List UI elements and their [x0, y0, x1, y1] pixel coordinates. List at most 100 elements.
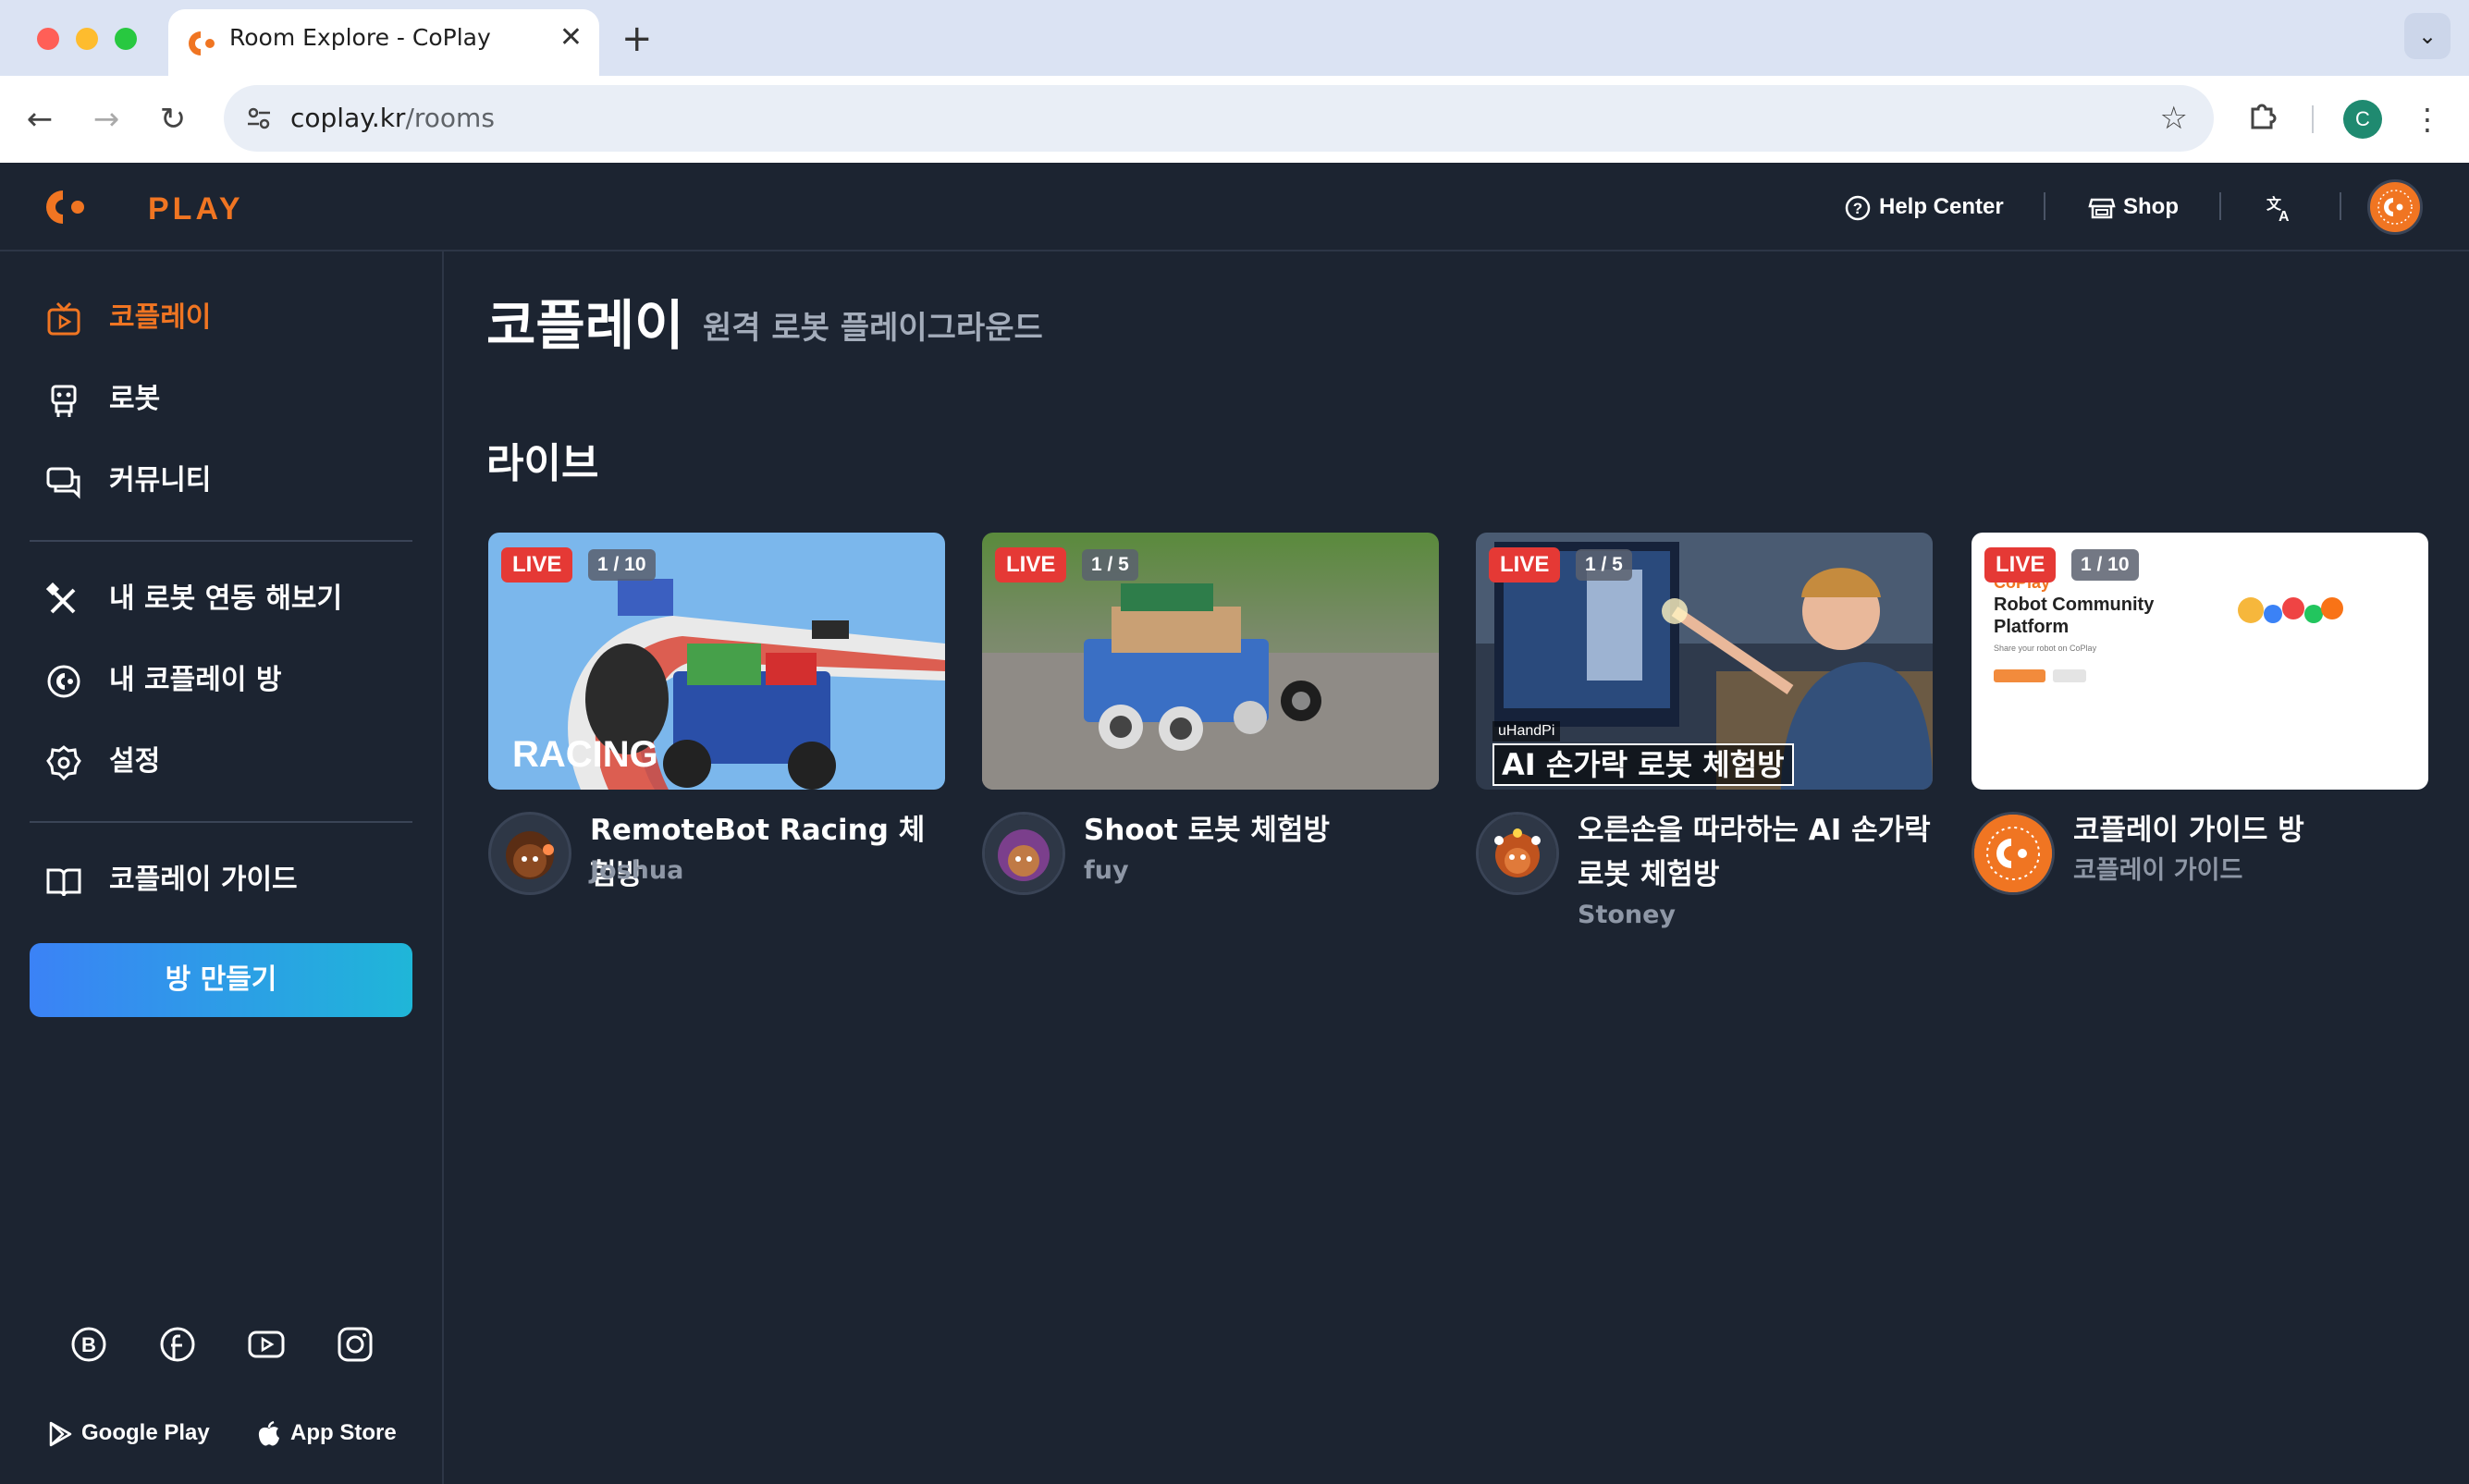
youtube-icon[interactable] — [246, 1324, 287, 1365]
room-thumbnail[interactable]: CoPlay Robot Community Platform Share yo… — [1972, 533, 2428, 790]
room-owner[interactable]: Joshua — [590, 852, 683, 889]
sidebar-divider — [30, 540, 412, 542]
viewer-count-badge: 1 / 5 — [1082, 549, 1138, 581]
site-settings-icon[interactable] — [242, 102, 276, 135]
translate-icon[interactable]: 文 A — [2264, 163, 2303, 251]
app-header: PLAY ? Help Center Shop 文 A — [0, 163, 2469, 251]
facebook-icon[interactable] — [157, 1324, 198, 1365]
close-window-button[interactable] — [37, 28, 59, 50]
thumbnail-button — [1994, 669, 2045, 682]
sidebar-divider — [30, 821, 412, 823]
url-text: coplay.kr/rooms — [290, 103, 495, 133]
live-section-title: 라이브 — [486, 440, 599, 487]
sidebar-item-label: 코플레이 — [109, 301, 212, 334]
sidebar-item-guide[interactable]: 코플레이 가이드 — [30, 851, 418, 910]
sidebar-item-my-rooms[interactable]: 내 코플레이 방 — [30, 651, 418, 710]
sidebar-item-label: 내 코플레이 방 — [109, 664, 282, 696]
bookmark-star-icon[interactable]: ☆ — [2160, 85, 2188, 152]
thumbnail-text: RACING — [512, 734, 658, 775]
live-badge: LIVE — [995, 547, 1067, 583]
browser-menu-icon[interactable]: ⋮ — [2406, 98, 2449, 141]
extensions-puzzle-icon[interactable] — [2242, 98, 2284, 141]
room-card[interactable]: uHandPi AI 손가락 로봇 체험방 LIVE 1 / 5 오른손을 따라… — [1476, 533, 1933, 958]
room-thumbnail[interactable]: uHandPi AI 손가락 로봇 체험방 LIVE 1 / 5 — [1476, 533, 1933, 790]
tab-close-icon[interactable]: ✕ — [559, 9, 583, 67]
sidebar-item-robot[interactable]: 로봇 — [30, 370, 418, 429]
svg-text:B: B — [81, 1333, 96, 1356]
help-center-link[interactable]: ? Help Center — [1844, 163, 2004, 251]
address-bar[interactable]: coplay.kr/rooms ☆ — [224, 85, 2214, 152]
room-owner[interactable]: Stoney — [1578, 897, 1676, 934]
room-thumbnail[interactable]: LIVE 1 / 5 — [982, 533, 1439, 790]
maximize-window-button[interactable] — [115, 28, 137, 50]
create-room-button[interactable]: 방 만들기 — [30, 943, 412, 1017]
sidebar-item-label: 내 로봇 연동 해보기 — [109, 583, 343, 615]
header-divider — [2340, 192, 2341, 220]
minimize-window-button[interactable] — [76, 28, 98, 50]
logo-text: PLAY — [148, 191, 244, 227]
header-divider — [2219, 192, 2221, 220]
reload-icon[interactable]: ↻ — [152, 98, 194, 141]
sidebar-item-label: 코플레이 가이드 — [109, 864, 298, 896]
viewer-count-badge: 1 / 10 — [2071, 549, 2139, 581]
room-owner[interactable]: 코플레이 가이드 — [2073, 852, 2242, 889]
book-icon — [46, 868, 81, 897]
room-card[interactable]: RACING LIVE 1 / 10 RemoteBot Racing 체험방 … — [488, 533, 945, 958]
sidebar-item-label: 설정 — [109, 745, 161, 778]
thumbnail-caption: AI 손가락 로봇 체험방 — [1492, 743, 1794, 786]
back-arrow-icon[interactable]: ← — [18, 98, 61, 141]
browser-tab-active[interactable]: Room Explore - CoPlay ✕ — [168, 9, 599, 76]
owner-avatar[interactable] — [1972, 812, 2055, 895]
room-card[interactable]: CoPlay Robot Community Platform Share yo… — [1972, 533, 2428, 958]
owner-avatar[interactable] — [488, 812, 571, 895]
thumbnail-small-text: Share your robot on CoPlay — [1994, 644, 2097, 653]
sidebar-item-label: 커뮤니티 — [109, 464, 212, 497]
room-title[interactable]: 코플레이 가이드 방 — [2073, 808, 2428, 852]
tools-icon — [46, 583, 76, 614]
svg-text:A: A — [2279, 209, 2290, 224]
live-badge: LIVE — [1984, 547, 2057, 583]
app-store-link[interactable]: App Store — [255, 1415, 397, 1452]
sidebar-item-coplay[interactable]: 코플레이 — [30, 288, 418, 348]
tv-play-icon — [47, 301, 80, 336]
page-subtitle: 원격 로봇 플레이그라운드 — [703, 310, 1043, 347]
user-avatar[interactable] — [2367, 179, 2423, 235]
tab-search-chevron-icon[interactable]: ⌄ — [2404, 13, 2451, 59]
viewer-count-badge: 1 / 10 — [588, 549, 656, 581]
room-title[interactable]: 오른손을 따라하는 AI 손가락 로봇 체험방 — [1578, 808, 1933, 897]
apple-icon — [258, 1420, 279, 1446]
room-card[interactable]: LIVE 1 / 5 Shoot 로봇 체험방 fuy — [982, 533, 1439, 958]
coplay-wordmark-icon — [2238, 597, 2343, 623]
toolbar-divider — [2312, 105, 2314, 133]
new-tab-button[interactable]: + — [621, 13, 653, 65]
room-thumbnail[interactable]: RACING LIVE 1 / 10 — [488, 533, 945, 790]
store-icon — [2088, 198, 2116, 218]
robot-icon — [51, 385, 77, 417]
gear-icon — [46, 745, 81, 780]
owner-avatar[interactable] — [1476, 812, 1559, 895]
coplay-room-icon — [47, 665, 80, 698]
owner-avatar[interactable] — [982, 812, 1065, 895]
thumbnail-small-text: uHandPi — [1492, 721, 1561, 742]
help-center-label: Help Center — [1879, 194, 2004, 219]
shop-link[interactable]: Shop — [2088, 163, 2179, 251]
google-play-icon — [49, 1421, 72, 1446]
sidebar: 코플레이 로봇 커뮤니티 내 로봇 연동 해보기 내 코플레이 방 설정 코플레… — [0, 251, 444, 1484]
coplay-logo[interactable]: PLAY — [43, 187, 240, 227]
room-title[interactable]: Shoot 로봇 체험방 — [1084, 808, 1439, 852]
live-badge: LIVE — [501, 547, 573, 583]
forward-arrow-icon[interactable]: → — [85, 98, 128, 141]
sidebar-item-connect-robot[interactable]: 내 로봇 연동 해보기 — [30, 570, 418, 629]
browser-profile-avatar[interactable]: C — [2343, 100, 2382, 139]
sidebar-item-label: 로봇 — [109, 383, 161, 415]
coplay-logo-icon — [46, 190, 84, 224]
room-owner[interactable]: fuy — [1084, 852, 1129, 889]
sidebar-item-settings[interactable]: 설정 — [30, 732, 418, 791]
google-play-link[interactable]: Google Play — [46, 1415, 210, 1452]
instagram-icon[interactable] — [335, 1324, 375, 1365]
browser-toolbar: ← → ↻ coplay.kr/rooms ☆ C ⋮ — [0, 76, 2469, 163]
thumbnail-heading: Robot Community Platform — [1994, 595, 2155, 637]
sidebar-item-community[interactable]: 커뮤니티 — [30, 451, 418, 510]
viewer-count-badge: 1 / 5 — [1576, 549, 1632, 581]
blog-icon[interactable]: B — [68, 1324, 109, 1365]
